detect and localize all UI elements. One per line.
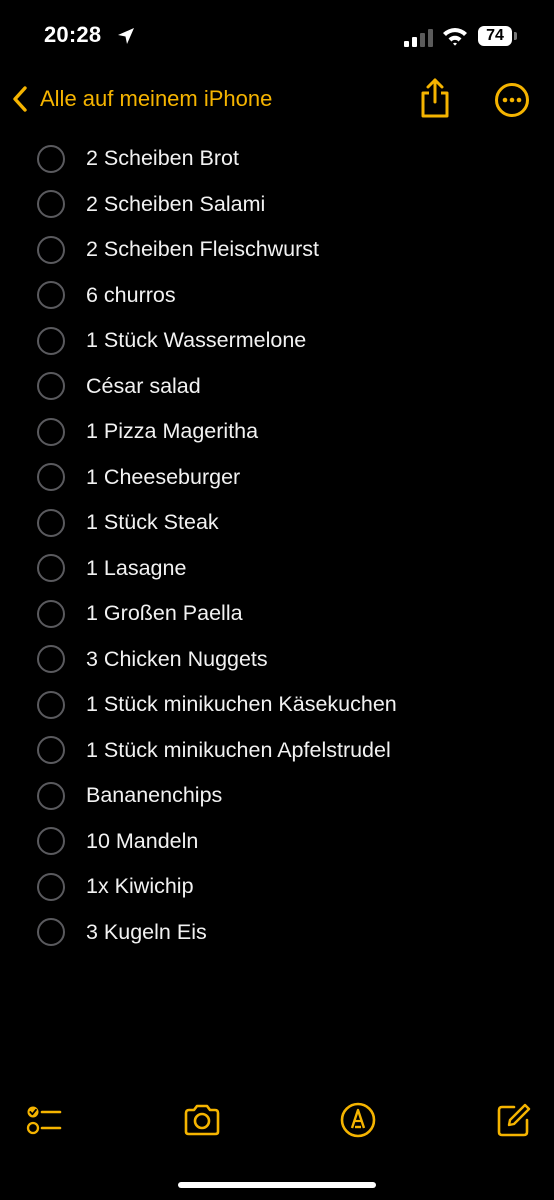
home-indicator[interactable] <box>178 1182 376 1188</box>
checklist-item-text[interactable]: 1 Lasagne <box>86 556 186 581</box>
back-button-label: Alle auf meinem iPhone <box>40 86 273 111</box>
battery-nub <box>514 32 517 40</box>
checklist-item: 1 Großen Paella <box>0 591 554 637</box>
checklist-item-text[interactable]: 1 Pizza Mageritha <box>86 419 258 444</box>
battery-indicator: 74 <box>478 26 512 46</box>
checkbox[interactable] <box>37 417 65 446</box>
checklist-item-text[interactable]: 1 Großen Paella <box>86 601 243 626</box>
checklist-item-text[interactable]: 3 Kugeln Eis <box>86 920 207 945</box>
checklist-item: 10 Mandeln <box>0 819 554 865</box>
status-bar: 20:28 74 <box>0 0 554 70</box>
camera-icon[interactable] <box>182 1100 222 1140</box>
checklist-item: 1 Stück minikuchen Käsekuchen <box>0 682 554 728</box>
checkbox[interactable] <box>37 372 65 401</box>
checklist: 2 Scheiben Brot 2 Scheiben Salami 2 Sche… <box>0 136 554 955</box>
checklist-item: 3 Chicken Nuggets <box>0 637 554 683</box>
checklist-item: 1 Stück Steak <box>0 500 554 546</box>
checklist-item: 1 Lasagne <box>0 546 554 592</box>
checkbox[interactable] <box>37 599 65 628</box>
checklist-item-text[interactable]: 2 Scheiben Fleischwurst <box>86 237 319 262</box>
checkbox[interactable] <box>37 645 65 674</box>
checkbox[interactable] <box>37 281 65 310</box>
markup-pen-icon[interactable] <box>338 1100 378 1140</box>
checklist-item-text[interactable]: 1 Stück minikuchen Käsekuchen <box>86 692 397 717</box>
battery-level: 74 <box>486 27 504 44</box>
checklist-item: Bananenchips <box>0 773 554 819</box>
checklist-item: 2 Scheiben Brot <box>0 136 554 182</box>
wifi-icon <box>443 28 467 46</box>
checklist-item-text[interactable]: 10 Mandeln <box>86 829 198 854</box>
checklist-item: 1 Stück minikuchen Apfelstrudel <box>0 728 554 774</box>
checklist-item: 6 churros <box>0 273 554 319</box>
checklist-icon[interactable] <box>24 1100 64 1140</box>
checklist-item-text[interactable]: 2 Scheiben Brot <box>86 146 239 171</box>
checklist-item: 1 Cheeseburger <box>0 455 554 501</box>
checklist-item: 1 Stück Wassermelone <box>0 318 554 364</box>
location-arrow-icon <box>118 28 134 44</box>
compose-icon[interactable] <box>494 1100 534 1140</box>
checklist-item-text[interactable]: 1 Cheeseburger <box>86 465 240 490</box>
checklist-item: 1 Pizza Mageritha <box>0 409 554 455</box>
checklist-item: 2 Scheiben Fleischwurst <box>0 227 554 273</box>
checklist-item-text[interactable]: 1 Stück minikuchen Apfelstrudel <box>86 738 391 763</box>
checklist-item: 2 Scheiben Salami <box>0 182 554 228</box>
checkbox[interactable] <box>37 463 65 492</box>
checkbox[interactable] <box>37 736 65 765</box>
checkbox[interactable] <box>37 554 65 583</box>
checkbox[interactable] <box>37 690 65 719</box>
checklist-item-text[interactable]: 3 Chicken Nuggets <box>86 647 268 672</box>
checklist-item-text[interactable]: César salad <box>86 374 201 399</box>
bottom-toolbar <box>0 1100 554 1144</box>
checkbox[interactable] <box>37 872 65 901</box>
checklist-item-text[interactable]: 1 Stück Steak <box>86 510 219 535</box>
checklist-item: 1x Kiwichip <box>0 864 554 910</box>
checkbox[interactable] <box>37 235 65 264</box>
checklist-item: César salad <box>0 364 554 410</box>
checklist-item-text[interactable]: 1 Stück Wassermelone <box>86 328 306 353</box>
checklist-item-text[interactable]: 2 Scheiben Salami <box>86 192 265 217</box>
checklist-item: 3 Kugeln Eis <box>0 910 554 956</box>
checkbox[interactable] <box>37 326 65 355</box>
checkbox[interactable] <box>37 827 65 856</box>
status-time: 20:28 <box>44 22 102 47</box>
cellular-signal-icon <box>404 29 433 47</box>
checkbox[interactable] <box>37 781 65 810</box>
back-button[interactable]: Alle auf meinem iPhone <box>10 80 272 118</box>
checklist-item-text[interactable]: 6 churros <box>86 283 176 308</box>
checklist-item-text[interactable]: Bananenchips <box>86 783 222 808</box>
checkbox[interactable] <box>37 508 65 537</box>
checkbox[interactable] <box>37 918 65 947</box>
more-ellipsis-icon[interactable] <box>494 82 530 118</box>
chevron-left-icon <box>13 86 27 112</box>
checkbox[interactable] <box>37 190 65 219</box>
nav-bar: Alle auf meinem iPhone <box>0 76 554 122</box>
share-icon[interactable] <box>418 76 452 120</box>
checklist-item-text[interactable]: 1x Kiwichip <box>86 874 194 899</box>
checkbox[interactable] <box>37 144 65 173</box>
